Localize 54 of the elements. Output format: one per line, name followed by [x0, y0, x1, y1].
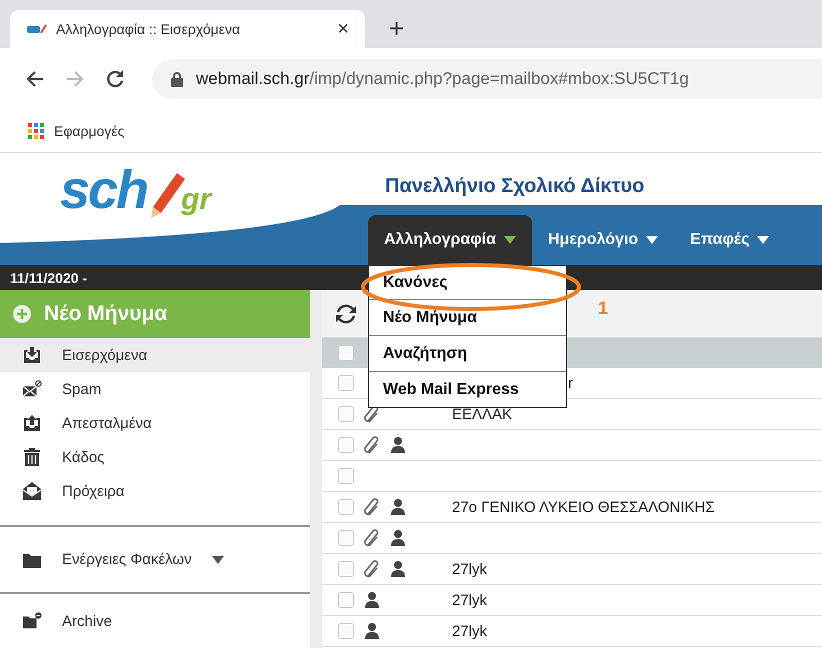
checkbox[interactable]	[338, 499, 354, 515]
checkbox[interactable]	[338, 592, 354, 608]
folder-item[interactable]: Archive	[0, 604, 310, 638]
folder-icon	[22, 611, 42, 631]
nav-tab[interactable]: Επαφές	[674, 215, 786, 265]
sender-text: 27ο ΓΕΝΙΚΟ ΛΥΚΕΙΟ ΘΕΣΣΑΛΟΝΙΚΗΣ	[452, 498, 715, 516]
checkbox[interactable]	[338, 561, 354, 577]
folder-item[interactable]: Spam	[0, 372, 310, 406]
sender-text: 27lyk	[452, 592, 488, 608]
checkbox[interactable]	[338, 437, 354, 453]
sender-text: r	[568, 374, 573, 392]
checkbox[interactable]	[338, 623, 354, 639]
sender-text: 27lyk	[452, 622, 488, 640]
browser-tab[interactable]: Αλληλογραφία :: Εισερχόμενα ×	[10, 10, 365, 48]
folder-item[interactable]: Πρόχειρα	[0, 474, 310, 508]
plus-icon	[12, 304, 32, 324]
caret-icon	[757, 236, 770, 244]
site-icon	[26, 23, 48, 35]
message-row[interactable]: 27lyk	[322, 585, 822, 616]
folder-actions-menu[interactable]: Ενέργειες Φακέλων	[0, 527, 310, 592]
caret-icon	[212, 556, 224, 564]
envelope-blocked-icon	[22, 379, 42, 399]
new-tab-button[interactable]: +	[383, 13, 410, 44]
refresh-icon[interactable]	[334, 302, 358, 326]
checkbox[interactable]	[338, 375, 354, 391]
lock-icon	[170, 71, 184, 87]
sender-text: 27lyk	[452, 560, 488, 578]
sender-text: ΕΕΛΛΑΚ	[452, 406, 512, 422]
address-bar[interactable]: webmail.sch.gr/imp/dynamic.php?page=mailbox#mbox:SU5CT1g	[152, 59, 822, 99]
folder-item[interactable]: Απεσταλμένα	[0, 406, 310, 440]
message-row[interactable]: 27lyk	[322, 616, 822, 647]
logo: sch gr	[60, 159, 212, 221]
site-title: Πανελλήνιο Σχολικό Δίκτυο	[385, 175, 644, 198]
caret-icon	[504, 236, 516, 244]
nav-tab[interactable]: Ημερολόγιο	[532, 215, 674, 265]
checkbox[interactable]	[338, 406, 354, 422]
open-envelope-icon	[22, 481, 42, 501]
close-tab-button[interactable]: ×	[333, 18, 353, 40]
checkbox[interactable]	[338, 468, 354, 484]
folder-item[interactable]: Εισερχόμενα	[0, 338, 310, 372]
message-row[interactable]: 27ο ΓΕΝΙΚΟ ΛΥΚΕΙΟ ΘΕΣΣΑΛΟΝΙΚΗΣ	[322, 492, 822, 523]
step-number: 1	[598, 298, 608, 319]
trash-icon	[22, 447, 42, 467]
checkbox[interactable]	[338, 530, 354, 546]
apps-icon[interactable]	[28, 123, 44, 139]
folder-item[interactable]: Κάδος	[0, 440, 310, 474]
select-all-checkbox[interactable]	[338, 345, 354, 361]
reload-icon[interactable]	[104, 68, 126, 90]
nav-tab[interactable]: Αλληλογραφία	[368, 215, 532, 265]
bookmark-link[interactable]: Εφαρμογές	[54, 123, 124, 139]
caret-icon	[646, 236, 658, 244]
inbox-icon	[22, 345, 42, 365]
outbox-icon	[22, 413, 42, 433]
message-row[interactable]: 27lyk	[322, 554, 822, 585]
